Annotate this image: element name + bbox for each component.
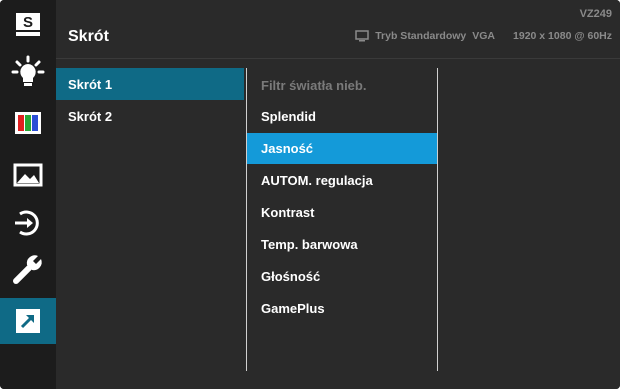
header: Skrót VZ249 Tryb Standardowy VGA 1920 x … [56,0,620,58]
image-icon [13,163,43,187]
svg-text:S: S [23,14,33,31]
option-gameplus[interactable]: GamePlus [247,293,437,324]
status-resolution: 1920 x 1080 @ 60Hz [513,30,612,42]
status-input: VGA [472,30,496,42]
header-divider [56,58,620,59]
option-splendid[interactable]: Splendid [247,101,437,132]
option-contrast[interactable]: Kontrast [247,197,437,228]
option-volume[interactable]: Głośność [247,261,437,292]
color-icon [15,112,41,134]
rail-item-shortcut[interactable] [0,298,56,344]
blue-light-icon [11,55,45,86]
options-column: Filtr światła nieb. Splendid Jasność AUT… [246,68,438,371]
submenu-item-shortcut-1[interactable]: Skrót 1 [56,68,244,100]
page-title: Skrót [68,28,109,45]
icon-rail: S [0,0,56,389]
rail-item-color[interactable] [0,100,56,146]
monitor-icon [355,30,369,42]
rail-item-splendid[interactable]: S [0,2,56,48]
rail-item-blue-light[interactable] [0,48,56,94]
rail-item-image[interactable] [0,152,56,198]
osd-menu: S Skrót VZ249 Tryb Standardowy VGA 1920 … [0,0,620,389]
submenu-column: Skrót 1 Skrót 2 [56,68,244,368]
status-mode: Tryb Standardowy [375,30,467,42]
option-auto-adjust[interactable]: AUTOM. regulacja [247,165,437,196]
option-color-temp[interactable]: Temp. barwowa [247,229,437,260]
rail-item-input-select[interactable] [0,200,56,246]
option-brightness[interactable]: Jasność [247,133,437,164]
shortcut-icon [16,309,40,333]
status-line: Tryb Standardowy VGA 1920 x 1080 @ 60Hz [355,30,612,42]
model-name: VZ249 [579,8,612,20]
input-select-icon [15,210,39,236]
rail-item-system-setup[interactable] [0,246,56,292]
system-setup-icon [13,255,42,284]
main-panel: Skrót VZ249 Tryb Standardowy VGA 1920 x … [56,0,620,389]
option-blue-light-filter[interactable]: Filtr światła nieb. [247,70,437,101]
submenu-item-shortcut-2[interactable]: Skrót 2 [56,100,244,132]
splendid-icon: S [16,13,40,36]
